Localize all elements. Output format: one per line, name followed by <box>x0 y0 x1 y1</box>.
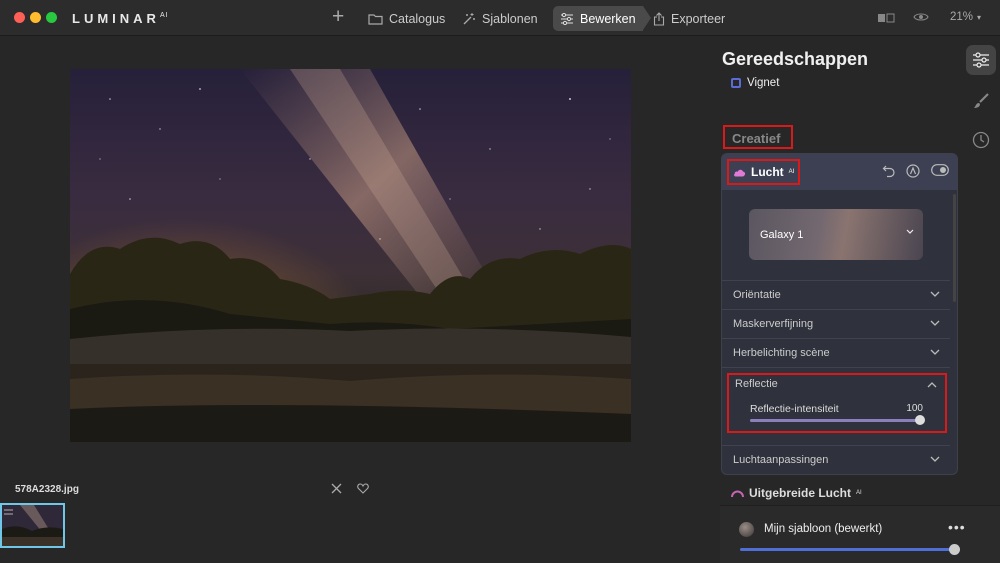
tool-uitgebreide-lucht-label: Uitgebreide Lucht <box>749 486 852 500</box>
tools-panel-button[interactable] <box>966 45 996 75</box>
reflectie-intensiteit-value: 100 <box>906 403 923 414</box>
template-thumbnail <box>739 522 754 537</box>
tab-bewerken-label: Bewerken <box>580 11 636 26</box>
section-maskerverfijning-label: Maskerverfijning <box>733 318 814 330</box>
undo-icon[interactable] <box>882 164 896 178</box>
history-panel-button[interactable] <box>966 125 996 155</box>
chevron-down-icon: ▾ <box>977 13 982 22</box>
panel-title: Gereedschappen <box>722 49 869 69</box>
tab-sjablonen-label: Sjablonen <box>482 11 538 26</box>
section-creatief: Creatief <box>723 125 793 149</box>
tab-bewerken[interactable]: Bewerken <box>553 6 651 31</box>
thumbnail-image <box>2 505 63 546</box>
minimize-window-button[interactable] <box>30 12 41 23</box>
lucht-tool-header[interactable]: Lucht AI <box>722 154 957 190</box>
app-logo: LUMINARAI <box>72 11 169 26</box>
eye-icon[interactable] <box>913 11 929 23</box>
lucht-tool-title: Lucht AI <box>727 159 800 185</box>
sky-enhancer-icon <box>731 490 744 497</box>
presets-icon[interactable] <box>906 164 920 178</box>
reflectie-intensiteit-label: Reflectie-intensiteit <box>750 403 839 415</box>
lucht-tool-card: Lucht AI Galaxy 1 Oriëntatie Maskerverfij… <box>721 153 958 475</box>
section-orientatie-label: Oriëntatie <box>733 289 781 301</box>
template-name: Mijn sjabloon (bewerkt) <box>764 523 883 535</box>
tab-catalogus-label: Catalogus <box>389 11 446 26</box>
clock-icon <box>972 131 990 149</box>
slider-handle[interactable] <box>915 415 925 425</box>
zoom-dropdown[interactable]: 21% ▾ <box>950 11 981 23</box>
chevron-down-icon <box>930 320 940 326</box>
tool-vignet-label: Vignet <box>747 77 780 89</box>
tool-vignet[interactable]: Vignet <box>731 77 779 89</box>
lucht-tool-label: Lucht <box>751 165 784 179</box>
share-icon <box>653 11 665 26</box>
sky-preset-dropdown[interactable]: Galaxy 1 <box>749 209 923 260</box>
brush-icon <box>974 93 989 108</box>
add-photos-button[interactable]: + <box>332 6 344 28</box>
sky-preset-label: Galaxy 1 <box>760 228 804 241</box>
section-orientatie[interactable]: Oriëntatie <box>722 280 950 309</box>
magic-wand-icon <box>463 12 475 24</box>
folder-icon <box>368 13 383 25</box>
brush-panel-button[interactable] <box>966 86 996 116</box>
vignet-icon <box>731 78 741 88</box>
section-herbelichting-label: Herbelichting scène <box>733 347 830 359</box>
tab-sjablonen[interactable]: Sjablonen <box>455 6 545 31</box>
section-luchtaanpassingen-label: Luchtaanpassingen <box>733 454 829 466</box>
ai-badge: AI <box>856 490 862 496</box>
tab-exporteer-label: Exporteer <box>671 11 726 26</box>
sliders-icon <box>561 12 573 25</box>
close-window-button[interactable] <box>14 12 25 23</box>
chevron-down-icon <box>930 291 940 297</box>
chevron-down-icon <box>930 349 940 355</box>
photo-filename: 578A2328.jpg <box>15 484 79 495</box>
reflectie-intensiteit-slider[interactable] <box>750 415 925 425</box>
sliders-icon <box>973 52 989 68</box>
zoom-value: 21% <box>950 11 974 23</box>
section-luchtaanpassingen[interactable]: Luchtaanpassingen <box>722 445 950 474</box>
compare-icon[interactable] <box>877 12 895 24</box>
divider <box>722 367 950 368</box>
scrollbar[interactable] <box>953 194 956 302</box>
chevron-up-icon[interactable] <box>927 381 937 388</box>
zoom-window-button[interactable] <box>46 12 57 23</box>
top-bar: LUMINARAI + Catalogus Sjablonen Bewerken… <box>0 0 1000 36</box>
ai-badge: AI <box>788 169 795 175</box>
more-options-button[interactable]: ••• <box>948 519 966 535</box>
filmstrip-thumbnail[interactable] <box>0 503 65 548</box>
tool-uitgebreide-lucht[interactable]: Uitgebreide Lucht AI <box>731 486 862 500</box>
cloud-icon <box>734 169 746 176</box>
main-photo[interactable] <box>70 69 631 442</box>
reject-icon[interactable] <box>331 483 342 494</box>
template-bar: Mijn sjabloon (bewerkt) ••• <box>720 505 1000 563</box>
chevron-down-icon <box>930 456 940 462</box>
toggle-visibility-icon[interactable] <box>931 164 949 176</box>
section-reflectie-label[interactable]: Reflectie <box>735 378 778 390</box>
slider-fill <box>750 419 920 422</box>
tab-exporteer[interactable]: Exporteer <box>646 6 732 31</box>
section-herbelichting[interactable]: Herbelichting scène <box>722 338 950 367</box>
milky-way-photo-image <box>70 69 631 442</box>
section-reflectie: Reflectie Reflectie-intensiteit 100 <box>727 373 947 433</box>
section-maskerverfijning[interactable]: Maskerverfijning <box>722 309 950 338</box>
tab-catalogus[interactable]: Catalogus <box>361 6 452 31</box>
template-amount-handle[interactable] <box>949 544 960 555</box>
template-amount-slider[interactable] <box>740 548 956 551</box>
heart-icon[interactable] <box>357 483 369 494</box>
chevron-down-icon <box>906 229 914 234</box>
